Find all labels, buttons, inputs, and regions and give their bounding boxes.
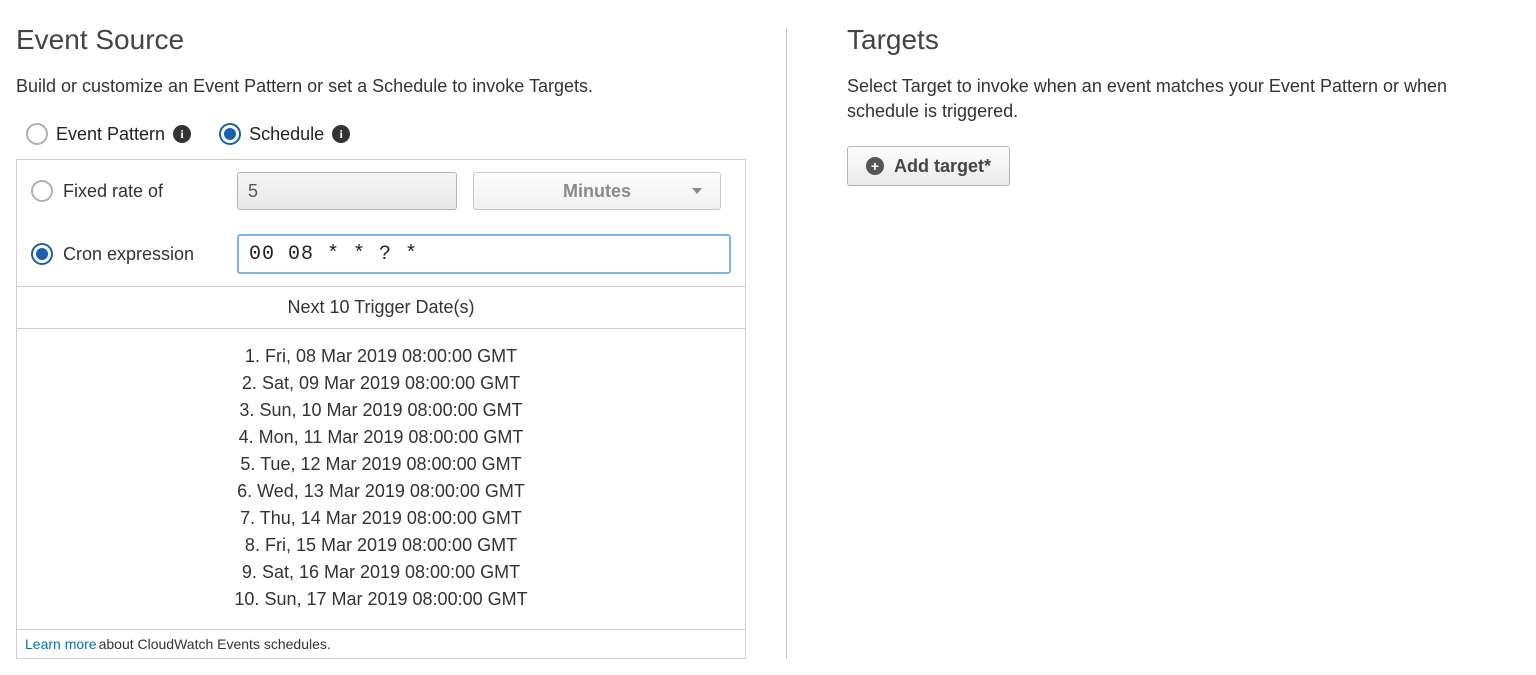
radio-schedule[interactable]: Schedule i — [219, 123, 350, 145]
list-item: Fri, 15 Mar 2019 08:00:00 GMT — [17, 532, 745, 559]
radio-event-pattern[interactable]: Event Pattern i — [26, 123, 191, 145]
next-triggers-heading: Next 10 Trigger Date(s) — [17, 286, 745, 328]
targets-title: Targets — [847, 24, 1520, 56]
list-item: Sun, 10 Mar 2019 08:00:00 GMT — [17, 397, 745, 424]
radio-label: Event Pattern — [56, 124, 165, 145]
list-item: Fri, 08 Mar 2019 08:00:00 GMT — [17, 343, 745, 370]
list-item: Sat, 16 Mar 2019 08:00:00 GMT — [17, 559, 745, 586]
panel-footer: Learn moreabout CloudWatch Events schedu… — [17, 629, 745, 658]
chevron-down-icon — [692, 188, 702, 194]
cron-row: Cron expression — [17, 222, 745, 286]
plus-circle-icon: + — [866, 157, 884, 175]
radio-icon — [219, 123, 241, 145]
add-target-button[interactable]: + Add target* — [847, 146, 1010, 186]
targets-section: Targets Select Target to invoke when an … — [787, 16, 1520, 186]
radio-icon — [26, 123, 48, 145]
fixed-rate-label: Fixed rate of — [63, 181, 163, 202]
fixed-rate-value-input[interactable] — [237, 172, 457, 210]
radio-fixed-rate[interactable] — [31, 180, 53, 202]
fixed-rate-unit-select[interactable]: Minutes — [473, 172, 721, 210]
source-type-radio-group: Event Pattern i Schedule i — [16, 121, 746, 159]
list-item: Tue, 12 Mar 2019 08:00:00 GMT — [17, 451, 745, 478]
cron-expression-input[interactable] — [237, 234, 731, 274]
info-icon[interactable]: i — [332, 125, 350, 143]
footer-text: about CloudWatch Events schedules. — [99, 636, 331, 652]
event-source-desc: Build or customize an Event Pattern or s… — [16, 74, 746, 99]
radio-label: Schedule — [249, 124, 324, 145]
schedule-panel: Fixed rate of Minutes Cron expression Ne… — [16, 159, 746, 659]
list-item: Wed, 13 Mar 2019 08:00:00 GMT — [17, 478, 745, 505]
targets-desc: Select Target to invoke when an event ma… — [847, 74, 1520, 124]
event-source-section: Event Source Build or customize an Event… — [16, 16, 786, 659]
radio-cron[interactable] — [31, 243, 53, 265]
event-source-title: Event Source — [16, 24, 746, 56]
select-value: Minutes — [563, 181, 631, 202]
fixed-rate-row: Fixed rate of Minutes — [17, 160, 745, 222]
list-item: Mon, 11 Mar 2019 08:00:00 GMT — [17, 424, 745, 451]
info-icon[interactable]: i — [173, 125, 191, 143]
list-item: Sun, 17 Mar 2019 08:00:00 GMT — [17, 586, 745, 613]
button-label: Add target* — [894, 156, 991, 177]
learn-more-link[interactable]: Learn more — [25, 636, 97, 652]
next-triggers-list: Fri, 08 Mar 2019 08:00:00 GMT Sat, 09 Ma… — [17, 328, 745, 629]
list-item: Thu, 14 Mar 2019 08:00:00 GMT — [17, 505, 745, 532]
cron-label: Cron expression — [63, 244, 194, 265]
list-item: Sat, 09 Mar 2019 08:00:00 GMT — [17, 370, 745, 397]
